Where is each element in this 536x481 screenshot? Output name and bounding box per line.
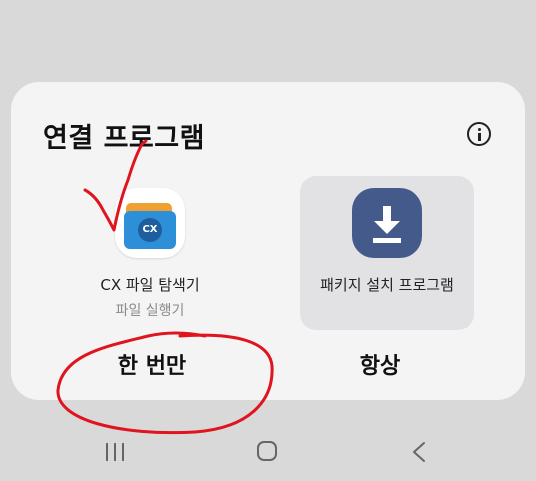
cx-badge: CX xyxy=(138,218,162,242)
app-name: CX 파일 탐색기 xyxy=(100,276,200,294)
recent-apps-icon[interactable] xyxy=(106,443,126,461)
back-icon[interactable] xyxy=(410,441,428,463)
app-option-package-installer[interactable]: 패키지 설치 프로그램 xyxy=(300,176,474,330)
package-installer-icon xyxy=(352,188,422,258)
download-icon xyxy=(373,206,401,243)
always-button[interactable]: 항상 xyxy=(280,348,480,380)
dialog-title: 연결 프로그램 xyxy=(43,123,205,154)
app-option-cx-file-explorer[interactable]: CX CX 파일 탐색기 파일 실행기 xyxy=(63,176,237,330)
home-icon[interactable] xyxy=(257,441,277,461)
cx-file-explorer-icon: CX xyxy=(115,188,185,258)
just-once-button[interactable]: 한 번만 xyxy=(52,348,252,380)
app-name: 패키지 설치 프로그램 xyxy=(320,276,454,294)
info-icon[interactable] xyxy=(467,122,491,146)
open-with-dialog: 연결 프로그램 CX CX 파일 탐색기 파일 실행기 패키지 설치 프로그램 … xyxy=(11,82,525,400)
app-subtitle: 파일 실행기 xyxy=(115,303,185,319)
